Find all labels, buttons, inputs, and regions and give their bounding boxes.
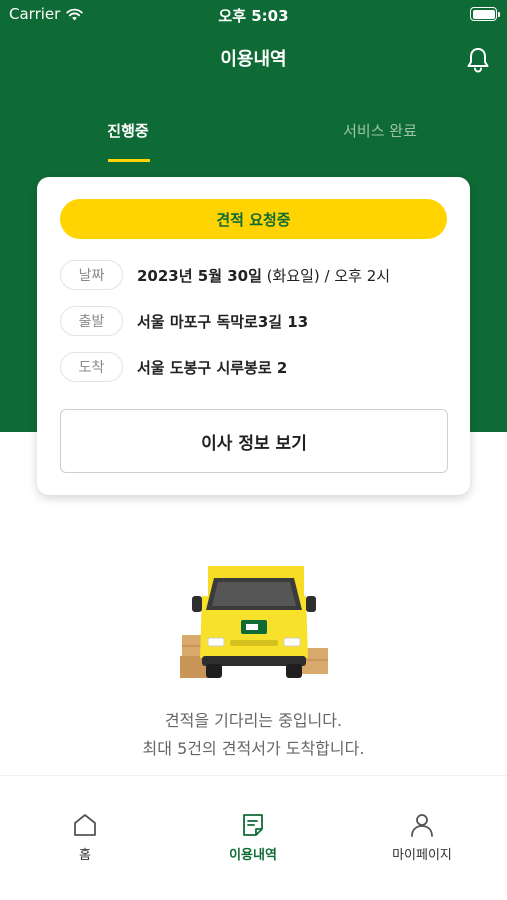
departure-value: 서울 마포구 독막로3길 13: [137, 312, 309, 331]
person-icon: [411, 814, 433, 837]
nav-item-history[interactable]: 이용내역: [198, 812, 308, 863]
bell-icon: [467, 48, 489, 73]
document-icon: [243, 814, 263, 836]
notification-button[interactable]: [465, 46, 491, 74]
waiting-message-line2: 최대 5건의 견적서가 도착합니다.: [142, 739, 365, 758]
nav-item-mypage[interactable]: 마이페이지: [367, 812, 477, 863]
waiting-message-line1: 견적을 기다리는 중입니다.: [164, 711, 343, 730]
tab-in-progress[interactable]: 진행중: [78, 120, 178, 141]
arrival-value: 서울 도봉구 시루봉로 2: [137, 358, 288, 377]
nav-label-history: 이용내역: [229, 848, 277, 863]
battery-icon: [470, 7, 500, 21]
page-title: 이용내역: [220, 49, 287, 70]
moving-request-card: 견적 요청중 날짜 2023년 5월 30일 (화요일) / 오후 2시 출발 …: [37, 177, 470, 495]
departure-label: 출발: [60, 306, 123, 336]
status-time: 오후 5:03: [218, 7, 289, 25]
date-main: 2023년 5월 30일: [137, 266, 262, 285]
status-bar: Carrier 오후 5:03: [0, 0, 507, 28]
truck-illustration: [180, 566, 328, 678]
tab-service-complete[interactable]: 서비스 완료: [330, 120, 430, 141]
nav-label-mypage: 마이페이지: [392, 848, 452, 863]
info-row-departure: 출발 서울 마포구 독막로3길 13: [60, 306, 308, 336]
info-row-date: 날짜 2023년 5월 30일 (화요일) / 오후 2시: [60, 260, 390, 290]
arrival-label: 도착: [60, 352, 123, 382]
view-move-info-button[interactable]: 이사 정보 보기: [60, 409, 448, 473]
date-label: 날짜: [60, 260, 123, 290]
info-row-arrival: 도착 서울 도봉구 시루봉로 2: [60, 352, 287, 382]
bottom-navigation: 홈 이용내역 마이페이지: [0, 775, 507, 900]
home-icon: [74, 814, 96, 836]
active-tab-indicator: [108, 159, 150, 162]
nav-label-home: 홈: [79, 848, 91, 863]
date-detail: (화요일) / 오후 2시: [261, 266, 391, 285]
date-value: 2023년 5월 30일 (화요일) / 오후 2시: [137, 265, 390, 286]
status-badge: 견적 요청중: [60, 199, 447, 239]
nav-item-home[interactable]: 홈: [30, 812, 140, 863]
